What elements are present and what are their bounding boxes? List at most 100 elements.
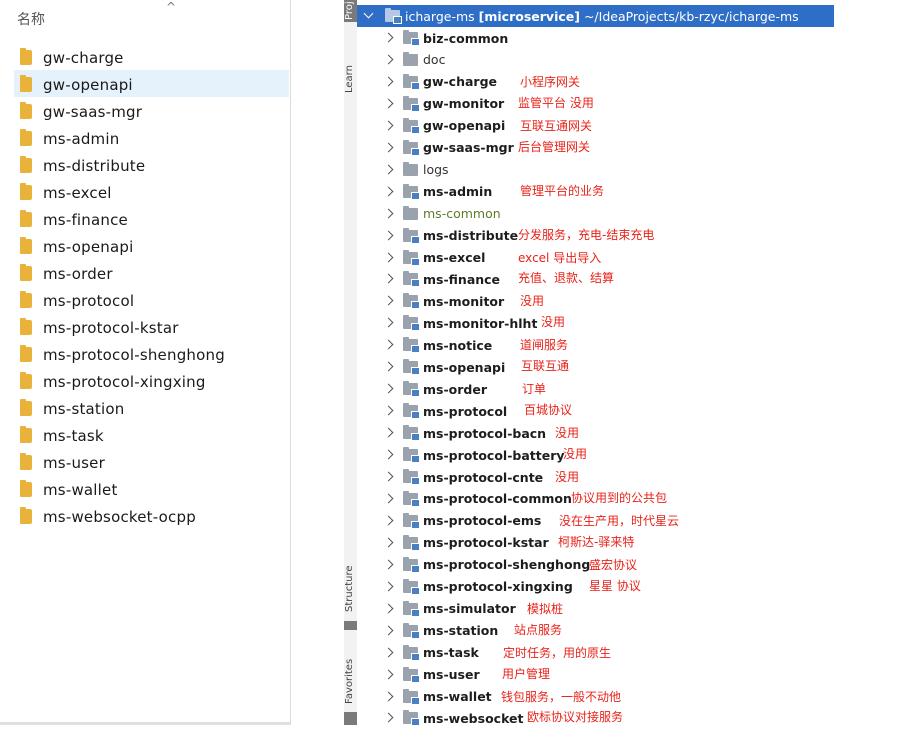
- chevron-right-icon[interactable]: [383, 120, 395, 132]
- annotation-note: 星星 协议: [589, 578, 641, 593]
- tree-item-gw-saas-mgr[interactable]: gw-saas-mgr: [383, 137, 514, 159]
- chevron-right-icon[interactable]: [383, 405, 395, 417]
- chevron-right-icon[interactable]: [383, 273, 395, 285]
- explorer-folder-item[interactable]: ms-admin: [20, 125, 119, 152]
- chevron-right-icon[interactable]: [383, 515, 395, 527]
- explorer-folder-item[interactable]: gw-saas-mgr: [20, 98, 142, 125]
- annotation-note: 协议用到的公共包: [571, 490, 668, 505]
- explorer-folder-item[interactable]: ms-distribute: [20, 152, 145, 179]
- explorer-folder-item[interactable]: ms-task: [20, 422, 104, 449]
- explorer-folder-item[interactable]: ms-station: [20, 395, 124, 422]
- explorer-folder-item[interactable]: ms-protocol-shenghong: [20, 341, 225, 368]
- chevron-right-icon[interactable]: [383, 493, 395, 505]
- chevron-right-icon[interactable]: [383, 471, 395, 483]
- chevron-right-icon[interactable]: [383, 230, 395, 242]
- explorer-folder-item[interactable]: ms-protocol: [20, 287, 134, 314]
- chevron-right-icon[interactable]: [383, 76, 395, 88]
- chevron-right-icon[interactable]: [383, 208, 395, 220]
- tree-item-ms-excel[interactable]: ms-excel: [383, 247, 485, 269]
- chevron-right-icon[interactable]: [383, 317, 395, 329]
- chevron-right-icon[interactable]: [383, 427, 395, 439]
- chevron-right-icon[interactable]: [383, 712, 395, 724]
- project-tool-tab[interactable]: Proj: [344, 0, 357, 22]
- folder-icon: [403, 205, 418, 220]
- chevron-right-icon[interactable]: [383, 186, 395, 198]
- tree-item-ms-protocol-common[interactable]: ms-protocol-common: [383, 488, 572, 510]
- chevron-right-icon[interactable]: [383, 164, 395, 176]
- tree-item-ms-distribute[interactable]: ms-distribute: [383, 225, 518, 247]
- explorer-folder-item[interactable]: ms-openapi: [20, 233, 133, 260]
- chevron-right-icon[interactable]: [383, 603, 395, 615]
- tree-item-ms-notice[interactable]: ms-notice: [383, 334, 492, 356]
- tree-item-gw-openapi[interactable]: gw-openapi: [383, 115, 505, 137]
- tree-item-ms-task[interactable]: ms-task: [383, 642, 479, 664]
- tree-item-ms-protocol-cnte[interactable]: ms-protocol-cnte: [383, 466, 543, 488]
- annotation-note: 柯斯达-驿来特: [558, 534, 635, 549]
- chevron-right-icon[interactable]: [383, 339, 395, 351]
- name-column-header[interactable]: 名称: [17, 9, 45, 29]
- tree-item-ms-user[interactable]: ms-user: [383, 664, 480, 686]
- chevron-right-icon[interactable]: [383, 559, 395, 571]
- chevron-right-icon[interactable]: [383, 581, 395, 593]
- folder-icon: [20, 399, 32, 416]
- tree-item-ms-openapi[interactable]: ms-openapi: [383, 356, 505, 378]
- explorer-folder-item[interactable]: gw-charge: [20, 44, 124, 71]
- structure-tool-tab[interactable]: Structure: [344, 560, 357, 618]
- explorer-folder-item[interactable]: ms-order: [20, 260, 113, 287]
- structure-tab-marker: [344, 621, 357, 630]
- chevron-right-icon[interactable]: [383, 32, 395, 44]
- chevron-down-icon[interactable]: [363, 10, 375, 22]
- sort-ascending-icon[interactable]: ^: [166, 0, 176, 14]
- tree-item-ms-protocol-xingxing[interactable]: ms-protocol-xingxing: [383, 576, 573, 598]
- tree-item-ms-finance[interactable]: ms-finance: [383, 268, 500, 290]
- tree-item-ms-simulator[interactable]: ms-simulator: [383, 598, 516, 620]
- tree-item-label: ms-openapi: [423, 359, 506, 375]
- chevron-right-icon[interactable]: [383, 142, 395, 154]
- chevron-right-icon[interactable]: [383, 98, 395, 110]
- explorer-folder-item[interactable]: ms-user: [20, 449, 105, 476]
- tree-root-row[interactable]: icharge-ms [microservice] ~/IdeaProjects…: [357, 5, 834, 27]
- tree-item-ms-order[interactable]: ms-order: [383, 378, 487, 400]
- tree-item-ms-monitor-hlht[interactable]: ms-monitor-hlht: [383, 312, 537, 334]
- chevron-right-icon[interactable]: [383, 252, 395, 264]
- chevron-right-icon[interactable]: [383, 669, 395, 681]
- chevron-right-icon[interactable]: [383, 54, 395, 66]
- tree-item-ms-monitor[interactable]: ms-monitor: [383, 290, 504, 312]
- tree-item-ms-protocol-kstar[interactable]: ms-protocol-kstar: [383, 532, 549, 554]
- tree-item-ms-protocol[interactable]: ms-protocol: [383, 400, 507, 422]
- chevron-right-icon[interactable]: [383, 537, 395, 549]
- explorer-folder-item[interactable]: ms-finance: [20, 206, 128, 233]
- chevron-right-icon[interactable]: [383, 295, 395, 307]
- explorer-folder-item[interactable]: ms-protocol-xingxing: [20, 368, 206, 395]
- tree-item-ms-websocket[interactable]: ms-websocket: [383, 707, 524, 729]
- tree-item-ms-protocol-bacn[interactable]: ms-protocol-bacn: [383, 422, 546, 444]
- explorer-folder-item[interactable]: ms-protocol-kstar: [20, 314, 179, 341]
- project-tree: icharge-ms [microservice] ~/IdeaProjects…: [357, 0, 902, 727]
- tree-item-ms-protocol-battery[interactable]: ms-protocol-battery: [383, 444, 565, 466]
- explorer-folder-item[interactable]: ms-wallet: [20, 476, 118, 503]
- explorer-folder-item[interactable]: ms-websocket-ocpp: [20, 503, 196, 530]
- tree-item-logs[interactable]: logs: [383, 159, 449, 181]
- tree-item-ms-wallet[interactable]: ms-wallet: [383, 686, 492, 708]
- tree-item-ms-admin[interactable]: ms-admin: [383, 181, 492, 203]
- tree-item-gw-monitor[interactable]: gw-monitor: [383, 93, 504, 115]
- explorer-folder-item[interactable]: gw-openapi: [20, 71, 133, 98]
- folder-icon: [20, 129, 32, 146]
- chevron-right-icon[interactable]: [383, 691, 395, 703]
- chevron-right-icon[interactable]: [383, 383, 395, 395]
- tree-item-biz-common[interactable]: biz-common: [383, 27, 508, 49]
- tree-item-doc[interactable]: doc: [383, 49, 445, 71]
- chevron-right-icon[interactable]: [383, 625, 395, 637]
- tree-item-ms-protocol-ems[interactable]: ms-protocol-ems: [383, 510, 541, 532]
- chevron-right-icon[interactable]: [383, 361, 395, 373]
- favorites-tool-tab[interactable]: Favorites: [344, 655, 357, 707]
- chevron-right-icon[interactable]: [383, 449, 395, 461]
- explorer-folder-item[interactable]: ms-excel: [20, 179, 112, 206]
- learn-tool-tab[interactable]: Learn: [344, 60, 357, 98]
- tree-item-gw-charge[interactable]: gw-charge: [383, 71, 497, 93]
- module-folder-icon: [403, 600, 420, 617]
- chevron-right-icon[interactable]: [383, 647, 395, 659]
- tree-item-ms-common[interactable]: ms-common: [383, 203, 501, 225]
- tree-item-ms-protocol-shenghong[interactable]: ms-protocol-shenghong: [383, 554, 590, 576]
- tree-item-ms-station[interactable]: ms-station: [383, 620, 498, 642]
